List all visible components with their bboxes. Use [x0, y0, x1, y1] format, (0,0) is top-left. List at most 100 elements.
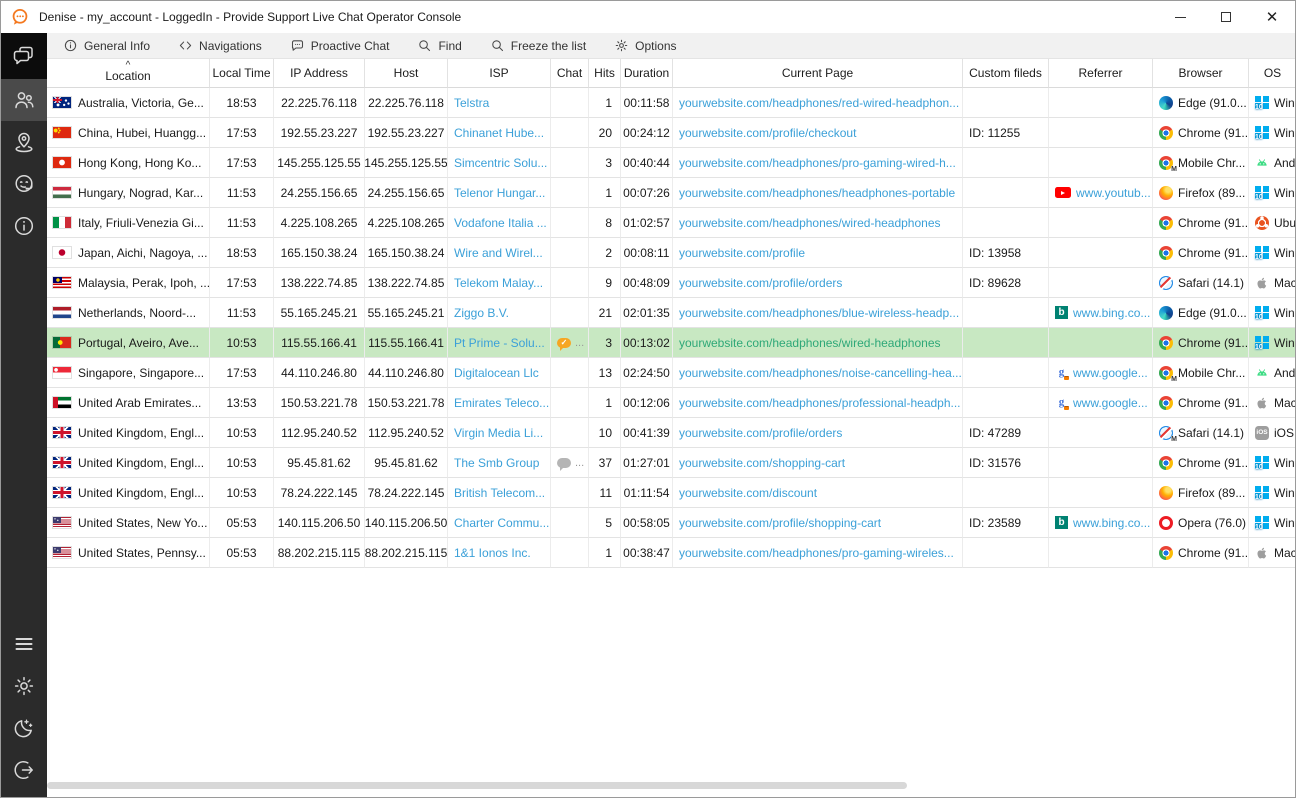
toolbar-proactive-chat-button[interactable]: Proactive Chat [290, 38, 390, 53]
isp-link[interactable]: Digitalocean Llc [454, 366, 539, 380]
isp-link[interactable]: Telstra [454, 96, 489, 110]
table-row[interactable]: United States, New Yo...05:53140.115.206… [47, 508, 1295, 538]
sidebar-item-info[interactable] [1, 205, 47, 247]
column-header-custom-fileds[interactable]: Custom fileds [963, 59, 1049, 88]
cell-os: 10Win [1249, 238, 1295, 268]
column-header-chat[interactable]: Chat [551, 59, 589, 88]
cell-hits: 37 [589, 448, 621, 478]
referrer-link[interactable]: www.google... [1073, 396, 1148, 410]
sidebar-item-geo[interactable] [1, 121, 47, 163]
table-row[interactable]: Portugal, Aveiro, Ave...10:53115.55.166.… [47, 328, 1295, 358]
isp-link[interactable]: Wire and Wirel... [454, 246, 543, 260]
current-page-link[interactable]: yourwebsite.com/headphones/wired-headpho… [679, 336, 941, 350]
isp-link[interactable]: Virgin Media Li... [454, 426, 543, 440]
current-page-link[interactable]: yourwebsite.com/headphones/professional-… [679, 396, 961, 410]
column-header-isp[interactable]: ISP [448, 59, 551, 88]
isp-link[interactable]: Telenor Hungar... [454, 186, 545, 200]
table-row[interactable]: Hong Kong, Hong Ko...17:53145.255.125.55… [47, 148, 1295, 178]
column-header-host[interactable]: Host [365, 59, 448, 88]
toolbar-find-button[interactable]: Find [417, 38, 461, 53]
isp-link[interactable]: Charter Commu... [454, 516, 549, 530]
isp-link[interactable]: Vodafone Italia ... [454, 216, 547, 230]
browser-label: Chrome (91... [1178, 456, 1249, 470]
minimize-button[interactable] [1157, 1, 1203, 33]
column-header-referrer[interactable]: Referrer [1049, 59, 1153, 88]
isp-link[interactable]: Chinanet Hube... [454, 126, 544, 140]
cell-local-time: 10:53 [210, 478, 274, 508]
google-icon: g [1055, 366, 1068, 379]
cell-host: 4.225.108.265 [365, 208, 448, 238]
column-header-browser[interactable]: Browser [1153, 59, 1249, 88]
current-page-link[interactable]: yourwebsite.com/headphones/pro-gaming-wi… [679, 156, 956, 170]
current-page-link[interactable]: yourwebsite.com/shopping-cart [679, 456, 845, 470]
current-page-link[interactable]: yourwebsite.com/headphones/red-wired-hea… [679, 96, 959, 110]
column-header-location[interactable]: ^Location [47, 59, 210, 88]
maximize-button[interactable] [1203, 1, 1249, 33]
horizontal-scrollbar[interactable] [47, 782, 1295, 790]
table-row[interactable]: China, Hubei, Huangg...17:53192.55.23.22… [47, 118, 1295, 148]
current-page-link[interactable]: yourwebsite.com/headphones/wired-headpho… [679, 216, 941, 230]
sidebar-item-operators[interactable] [1, 163, 47, 205]
isp-link[interactable]: 1&1 Ionos Inc. [454, 546, 531, 560]
isp-link[interactable]: British Telecom... [454, 486, 545, 500]
sidebar-item-visitors[interactable] [1, 79, 47, 121]
referrer-link[interactable]: www.bing.co... [1073, 306, 1150, 320]
current-page-link[interactable]: yourwebsite.com/profile/checkout [679, 126, 856, 140]
isp-link[interactable]: Ziggo B.V. [454, 306, 509, 320]
column-header-duration[interactable]: Duration [621, 59, 673, 88]
isp-link[interactable]: Pt Prime - Solu... [454, 336, 545, 350]
chrome-mobile-icon: M [1159, 366, 1173, 380]
current-page-link[interactable]: yourwebsite.com/profile/orders [679, 426, 842, 440]
current-page-link[interactable]: yourwebsite.com/headphones/noise-cancell… [679, 366, 962, 380]
cell-ip-address: 150.53.221.78 [274, 388, 365, 418]
table-row[interactable]: Hungary, Nograd, Kar...11:5324.255.156.6… [47, 178, 1295, 208]
sidebar-item-settings[interactable] [1, 665, 47, 707]
current-page-link[interactable]: yourwebsite.com/discount [679, 486, 817, 500]
table-row[interactable]: Malaysia, Perak, Ipoh, ...17:53138.222.7… [47, 268, 1295, 298]
isp-link[interactable]: Emirates Teleco... [454, 396, 549, 410]
table-row[interactable]: United Arab Emirates...13:53150.53.221.7… [47, 388, 1295, 418]
table-row[interactable]: Italy, Friuli-Venezia Gi...11:534.225.10… [47, 208, 1295, 238]
chrome-mobile-icon: M [1159, 156, 1173, 170]
cell-custom-fields [963, 478, 1049, 508]
toolbar-navigations-button[interactable]: Navigations [178, 38, 262, 53]
browser-label: Mobile Chr... [1178, 156, 1245, 170]
column-header-local-time[interactable]: Local Time [210, 59, 274, 88]
toolbar-general-info-button[interactable]: General Info [63, 38, 150, 53]
referrer-link[interactable]: www.bing.co... [1073, 516, 1150, 530]
column-header-hits[interactable]: Hits [589, 59, 621, 88]
current-page-link[interactable]: yourwebsite.com/profile/orders [679, 276, 842, 290]
toolbar-options-button[interactable]: Options [614, 38, 676, 53]
table-row[interactable]: United States, Pennsy...05:5388.202.215.… [47, 538, 1295, 568]
table-row[interactable]: Japan, Aichi, Nagoya, ...18:53165.150.38… [47, 238, 1295, 268]
isp-link[interactable]: Telekom Malay... [454, 276, 543, 290]
cell-current-page: yourwebsite.com/profile/checkout [673, 118, 963, 148]
column-header-current-page[interactable]: Current Page [673, 59, 963, 88]
table-row[interactable]: United Kingdom, Engl...10:53112.95.240.5… [47, 418, 1295, 448]
current-page-link[interactable]: yourwebsite.com/headphones/blue-wireless… [679, 306, 959, 320]
current-page-link[interactable]: yourwebsite.com/profile [679, 246, 805, 260]
cell-hits: 1 [589, 178, 621, 208]
column-header-ip-address[interactable]: IP Address [274, 59, 365, 88]
table-row[interactable]: United Kingdom, Engl...10:5395.45.81.629… [47, 448, 1295, 478]
scrollbar-thumb[interactable] [47, 782, 907, 789]
close-button[interactable]: ✕ [1249, 1, 1295, 33]
isp-link[interactable]: Simcentric Solu... [454, 156, 547, 170]
sidebar-item-chats[interactable] [1, 33, 47, 79]
cell-local-time: 17:53 [210, 148, 274, 178]
isp-link[interactable]: The Smb Group [454, 456, 539, 470]
current-page-link[interactable]: yourwebsite.com/headphones/pro-gaming-wi… [679, 546, 954, 560]
sidebar-item-theme[interactable] [1, 707, 47, 749]
current-page-link[interactable]: yourwebsite.com/headphones/headphones-po… [679, 186, 955, 200]
column-header-os[interactable]: OS [1249, 59, 1296, 88]
sidebar-item-menu[interactable] [1, 623, 47, 665]
table-row[interactable]: Australia, Victoria, Ge...18:5322.225.76… [47, 88, 1295, 118]
current-page-link[interactable]: yourwebsite.com/profile/shopping-cart [679, 516, 881, 530]
table-row[interactable]: Netherlands, Noord-...11:5355.165.245.21… [47, 298, 1295, 328]
referrer-link[interactable]: www.google... [1073, 366, 1148, 380]
table-row[interactable]: Singapore, Singapore...17:5344.110.246.8… [47, 358, 1295, 388]
table-row[interactable]: United Kingdom, Engl...10:5378.24.222.14… [47, 478, 1295, 508]
toolbar-freeze-list-button[interactable]: Freeze the list [490, 38, 586, 53]
sidebar-item-logout[interactable] [1, 749, 47, 791]
referrer-link[interactable]: www.youtub... [1076, 186, 1151, 200]
